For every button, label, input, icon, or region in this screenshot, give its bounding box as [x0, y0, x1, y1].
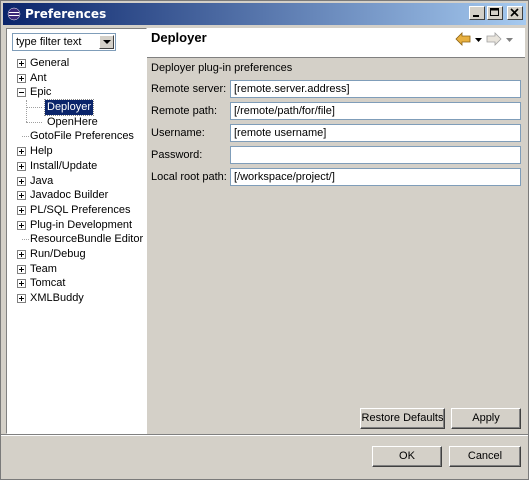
tree-item-label[interactable]: Run/Debug: [30, 247, 86, 262]
tree-item-label[interactable]: Help: [30, 144, 53, 159]
title-bar[interactable]: Preferences: [3, 3, 526, 25]
tree-item[interactable]: General: [7, 56, 146, 71]
filter-combo[interactable]: type filter text: [12, 33, 116, 51]
expand-plus-icon[interactable]: [17, 294, 26, 303]
preference-tree: General Ant Epic Deployer OpenHere GotoFile P…: [7, 56, 146, 306]
filter-dropdown-button[interactable]: [99, 35, 114, 49]
expand-plus-icon[interactable]: [17, 205, 26, 215]
tree-item[interactable]: Ant: [7, 71, 146, 86]
tree-item[interactable]: OpenHere: [7, 115, 146, 130]
expand-plus-icon[interactable]: [17, 264, 26, 274]
form-row: Remote path: [/remote/path/for/file]: [151, 102, 521, 120]
back-dropdown-icon[interactable]: [475, 37, 482, 44]
field-input[interactable]: [/remote/path/for/file]: [230, 102, 521, 120]
restore-defaults-button[interactable]: Restore Defaults: [360, 408, 445, 429]
expand-plus-icon[interactable]: [17, 191, 26, 201]
expand-plus-icon[interactable]: [17, 147, 26, 157]
form-row: Username: [remote username]: [151, 124, 521, 142]
expand-plus-icon[interactable]: [17, 161, 26, 171]
field-label: Username:: [151, 127, 205, 139]
expand-plus-icon[interactable]: [17, 249, 26, 259]
forward-arrow-icon[interactable]: [486, 32, 502, 49]
tree-connector: [26, 121, 42, 123]
tree-item-label[interactable]: Epic: [30, 85, 51, 100]
tree-item-label[interactable]: Install/Update: [30, 159, 97, 174]
expand-plus-icon[interactable]: [17, 220, 26, 230]
tree-item[interactable]: Plug-in Development: [7, 218, 146, 233]
tree-connector: [22, 239, 29, 241]
tree-item[interactable]: PL/SQL Preferences: [7, 203, 146, 218]
footer-separator: [1, 434, 528, 436]
tree-connector: [26, 107, 42, 109]
tree-item[interactable]: Epic: [7, 85, 146, 100]
tree-item-label[interactable]: Team: [30, 262, 57, 277]
field-input[interactable]: [230, 146, 521, 164]
field-label: Remote server:: [151, 83, 227, 95]
collapse-minus-icon[interactable]: [17, 88, 26, 98]
chevron-down-icon: [102, 39, 111, 44]
form-row: Remote server: [remote.server.address]: [151, 80, 521, 98]
tree-item[interactable]: Install/Update: [7, 159, 146, 174]
tree-item-label[interactable]: Deployer: [43, 99, 95, 116]
filter-input[interactable]: type filter text: [13, 36, 99, 48]
expand-plus-icon[interactable]: [17, 176, 26, 186]
expand-plus-icon[interactable]: [17, 279, 26, 289]
tree-item-label[interactable]: XMLBuddy: [30, 291, 84, 306]
tree-item[interactable]: Help: [7, 144, 146, 159]
window-title: Preferences: [25, 7, 107, 21]
minimize-button[interactable]: [469, 6, 485, 20]
tree-item-label[interactable]: Plug-in Development: [30, 218, 132, 233]
tree-item-label[interactable]: ResourceBundle Editor: [30, 232, 143, 247]
tree-item-label[interactable]: Java: [30, 174, 53, 189]
tree-item-label[interactable]: Ant: [30, 71, 47, 86]
field-label: Remote path:: [151, 105, 218, 117]
tree-item-label[interactable]: Tomcat: [30, 276, 65, 291]
field-input[interactable]: [remote.server.address]: [230, 80, 521, 98]
ok-button[interactable]: OK: [372, 446, 442, 467]
tree-item-label[interactable]: PL/SQL Preferences: [30, 203, 130, 218]
close-button[interactable]: [507, 6, 523, 20]
maximize-button[interactable]: [487, 6, 503, 20]
forward-dropdown-icon[interactable]: [506, 37, 513, 44]
field-label: Local root path:: [151, 171, 227, 183]
tree-item[interactable]: Team: [7, 262, 146, 277]
tree-item[interactable]: Run/Debug: [7, 247, 146, 262]
tree-item[interactable]: XMLBuddy: [7, 291, 146, 306]
expand-plus-icon[interactable]: [17, 73, 26, 83]
field-input[interactable]: [remote username]: [230, 124, 521, 142]
cancel-button[interactable]: Cancel: [449, 446, 521, 467]
preferences-window: Preferences type filter text General Ant E…: [0, 0, 529, 480]
tree-item-label[interactable]: OpenHere: [47, 115, 98, 130]
tree-item[interactable]: Javadoc Builder: [7, 188, 146, 203]
back-arrow-icon[interactable]: [455, 32, 471, 49]
tree-item-label[interactable]: General: [30, 56, 69, 71]
tree-item[interactable]: GotoFile Preferences: [7, 129, 146, 144]
apply-button[interactable]: Apply: [451, 408, 521, 429]
page-title: Deployer: [151, 30, 207, 45]
tree-item-label[interactable]: GotoFile Preferences: [30, 129, 134, 144]
field-input[interactable]: [/workspace/project/]: [230, 168, 521, 186]
form-row: Password:: [151, 146, 521, 164]
page-header: Deployer: [147, 28, 525, 58]
page-description: Deployer plug-in preferences: [151, 62, 293, 74]
tree-connector: [22, 136, 29, 138]
tree-item-label[interactable]: Javadoc Builder: [30, 188, 108, 203]
tree-item[interactable]: ResourceBundle Editor: [7, 232, 146, 247]
expand-plus-icon[interactable]: [17, 59, 26, 68]
eclipse-icon: [6, 6, 22, 22]
tree-connector: [26, 100, 27, 123]
tree-item[interactable]: Java: [7, 174, 146, 189]
field-label: Password:: [151, 149, 203, 161]
preference-tree-panel: type filter text General Ant Epic Deployer O…: [6, 28, 147, 434]
form-row: Local root path: [/workspace/project/]: [151, 168, 521, 186]
preference-page: Deployer Deployer plug-in preferences Re…: [147, 28, 525, 434]
tree-item[interactable]: Deployer: [7, 99, 146, 116]
tree-item[interactable]: Tomcat: [7, 276, 146, 291]
